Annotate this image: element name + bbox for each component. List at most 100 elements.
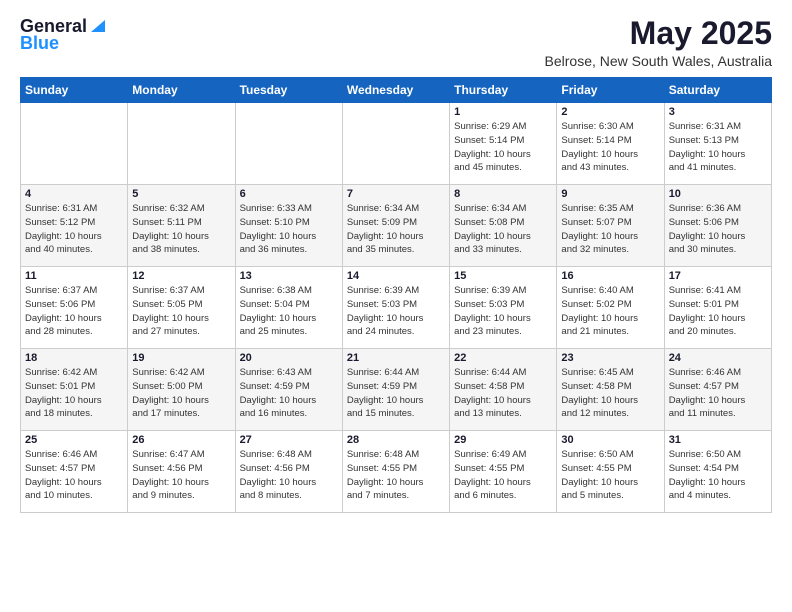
day-number: 12: [132, 270, 230, 282]
day-number: 13: [240, 270, 338, 282]
day-number: 1: [454, 106, 552, 118]
calendar-cell: 4 Sunrise: 6:31 AM Sunset: 5:12 PM Daylig…: [21, 185, 128, 267]
calendar-cell: 23 Sunrise: 6:45 AM Sunset: 4:58 PM Dayli…: [557, 349, 664, 431]
day-number: 3: [669, 106, 767, 118]
day-number: 24: [669, 352, 767, 364]
day-info: Sunrise: 6:39 AM Sunset: 5:03 PM Dayligh…: [347, 284, 445, 339]
logo: General Blue: [20, 16, 107, 54]
day-number: 17: [669, 270, 767, 282]
day-info: Sunrise: 6:32 AM Sunset: 5:11 PM Dayligh…: [132, 202, 230, 257]
page: General Blue May 2025 Belrose, New South…: [0, 0, 792, 612]
day-number: 14: [347, 270, 445, 282]
day-number: 11: [25, 270, 123, 282]
calendar-cell: [235, 103, 342, 185]
logo-blue-text: Blue: [20, 33, 59, 54]
day-number: 6: [240, 188, 338, 200]
calendar-cell: 19 Sunrise: 6:42 AM Sunset: 5:00 PM Dayli…: [128, 349, 235, 431]
calendar-cell: 7Sunrise: 6:34 AM Sunset: 5:09 PM Daylig…: [342, 185, 449, 267]
weekday-header-tuesday: Tuesday: [235, 78, 342, 103]
weekday-header-wednesday: Wednesday: [342, 78, 449, 103]
day-number: 9: [561, 188, 659, 200]
day-info: Sunrise: 6:38 AM Sunset: 5:04 PM Dayligh…: [240, 284, 338, 339]
day-number: 18: [25, 352, 123, 364]
day-number: 29: [454, 434, 552, 446]
calendar-cell: 16 Sunrise: 6:40 AM Sunset: 5:02 PM Dayli…: [557, 267, 664, 349]
day-info: Sunrise: 6:37 AM Sunset: 5:05 PM Dayligh…: [132, 284, 230, 339]
day-info: Sunrise: 6:50 AM Sunset: 4:55 PM Dayligh…: [561, 448, 659, 503]
day-info: Sunrise: 6:48 AM Sunset: 4:56 PM Dayligh…: [240, 448, 338, 503]
calendar-cell: 28 Sunrise: 6:48 AM Sunset: 4:55 PM Dayli…: [342, 431, 449, 513]
day-info: Sunrise: 6:46 AM Sunset: 4:57 PM Dayligh…: [25, 448, 123, 503]
calendar-cell: 10 Sunrise: 6:36 AM Sunset: 5:06 PM Dayli…: [664, 185, 771, 267]
calendar-cell: 22 Sunrise: 6:44 AM Sunset: 4:58 PM Dayli…: [450, 349, 557, 431]
calendar-cell: [128, 103, 235, 185]
day-info: Sunrise: 6:46 AM Sunset: 4:57 PM Dayligh…: [669, 366, 767, 421]
calendar-week-row: 25 Sunrise: 6:46 AM Sunset: 4:57 PM Dayli…: [21, 431, 772, 513]
weekday-header-friday: Friday: [557, 78, 664, 103]
title-block: May 2025 Belrose, New South Wales, Austr…: [545, 16, 772, 69]
day-number: 27: [240, 434, 338, 446]
day-info: Sunrise: 6:29 AM Sunset: 5:14 PM Dayligh…: [454, 120, 552, 175]
day-info: Sunrise: 6:41 AM Sunset: 5:01 PM Dayligh…: [669, 284, 767, 339]
day-number: 8: [454, 188, 552, 200]
calendar-cell: 27 Sunrise: 6:48 AM Sunset: 4:56 PM Dayli…: [235, 431, 342, 513]
calendar-cell: 24 Sunrise: 6:46 AM Sunset: 4:57 PM Dayli…: [664, 349, 771, 431]
day-info: Sunrise: 6:44 AM Sunset: 4:58 PM Dayligh…: [454, 366, 552, 421]
calendar-week-row: 4 Sunrise: 6:31 AM Sunset: 5:12 PM Daylig…: [21, 185, 772, 267]
day-number: 16: [561, 270, 659, 282]
calendar-cell: 31Sunrise: 6:50 AM Sunset: 4:54 PM Dayli…: [664, 431, 771, 513]
day-number: 15: [454, 270, 552, 282]
calendar-cell: 26Sunrise: 6:47 AM Sunset: 4:56 PM Dayli…: [128, 431, 235, 513]
day-number: 30: [561, 434, 659, 446]
day-info: Sunrise: 6:45 AM Sunset: 4:58 PM Dayligh…: [561, 366, 659, 421]
calendar-cell: 11 Sunrise: 6:37 AM Sunset: 5:06 PM Dayli…: [21, 267, 128, 349]
calendar-cell: 5Sunrise: 6:32 AM Sunset: 5:11 PM Daylig…: [128, 185, 235, 267]
calendar-cell: 14 Sunrise: 6:39 AM Sunset: 5:03 PM Dayli…: [342, 267, 449, 349]
calendar-cell: 25 Sunrise: 6:46 AM Sunset: 4:57 PM Dayli…: [21, 431, 128, 513]
day-info: Sunrise: 6:36 AM Sunset: 5:06 PM Dayligh…: [669, 202, 767, 257]
calendar-cell: 13 Sunrise: 6:38 AM Sunset: 5:04 PM Dayli…: [235, 267, 342, 349]
calendar-week-row: 1 Sunrise: 6:29 AM Sunset: 5:14 PM Daylig…: [21, 103, 772, 185]
calendar-cell: 17 Sunrise: 6:41 AM Sunset: 5:01 PM Dayli…: [664, 267, 771, 349]
calendar-cell: 12 Sunrise: 6:37 AM Sunset: 5:05 PM Dayli…: [128, 267, 235, 349]
calendar-cell: [342, 103, 449, 185]
calendar-cell: 21 Sunrise: 6:44 AM Sunset: 4:59 PM Dayli…: [342, 349, 449, 431]
weekday-header-monday: Monday: [128, 78, 235, 103]
day-info: Sunrise: 6:31 AM Sunset: 5:12 PM Dayligh…: [25, 202, 123, 257]
day-info: Sunrise: 6:35 AM Sunset: 5:07 PM Dayligh…: [561, 202, 659, 257]
day-info: Sunrise: 6:31 AM Sunset: 5:13 PM Dayligh…: [669, 120, 767, 175]
calendar-cell: 1 Sunrise: 6:29 AM Sunset: 5:14 PM Daylig…: [450, 103, 557, 185]
calendar-cell: 3 Sunrise: 6:31 AM Sunset: 5:13 PM Daylig…: [664, 103, 771, 185]
day-number: 2: [561, 106, 659, 118]
day-number: 10: [669, 188, 767, 200]
weekday-header-thursday: Thursday: [450, 78, 557, 103]
calendar-week-row: 11 Sunrise: 6:37 AM Sunset: 5:06 PM Dayli…: [21, 267, 772, 349]
weekday-header-row: SundayMondayTuesdayWednesdayThursdayFrid…: [21, 78, 772, 103]
day-info: Sunrise: 6:42 AM Sunset: 5:00 PM Dayligh…: [132, 366, 230, 421]
calendar-table: SundayMondayTuesdayWednesdayThursdayFrid…: [20, 77, 772, 513]
day-info: Sunrise: 6:48 AM Sunset: 4:55 PM Dayligh…: [347, 448, 445, 503]
logo-triangle-icon: [89, 16, 107, 34]
calendar-title: May 2025: [545, 16, 772, 51]
day-number: 28: [347, 434, 445, 446]
day-number: 23: [561, 352, 659, 364]
day-info: Sunrise: 6:34 AM Sunset: 5:08 PM Dayligh…: [454, 202, 552, 257]
day-info: Sunrise: 6:40 AM Sunset: 5:02 PM Dayligh…: [561, 284, 659, 339]
day-number: 19: [132, 352, 230, 364]
day-info: Sunrise: 6:50 AM Sunset: 4:54 PM Dayligh…: [669, 448, 767, 503]
day-number: 22: [454, 352, 552, 364]
day-info: Sunrise: 6:42 AM Sunset: 5:01 PM Dayligh…: [25, 366, 123, 421]
calendar-cell: 8 Sunrise: 6:34 AM Sunset: 5:08 PM Daylig…: [450, 185, 557, 267]
calendar-subtitle: Belrose, New South Wales, Australia: [545, 53, 772, 69]
calendar-cell: [21, 103, 128, 185]
day-info: Sunrise: 6:49 AM Sunset: 4:55 PM Dayligh…: [454, 448, 552, 503]
day-number: 21: [347, 352, 445, 364]
calendar-cell: 2Sunrise: 6:30 AM Sunset: 5:14 PM Daylig…: [557, 103, 664, 185]
day-number: 25: [25, 434, 123, 446]
day-info: Sunrise: 6:37 AM Sunset: 5:06 PM Dayligh…: [25, 284, 123, 339]
day-info: Sunrise: 6:47 AM Sunset: 4:56 PM Dayligh…: [132, 448, 230, 503]
day-info: Sunrise: 6:39 AM Sunset: 5:03 PM Dayligh…: [454, 284, 552, 339]
day-info: Sunrise: 6:44 AM Sunset: 4:59 PM Dayligh…: [347, 366, 445, 421]
day-number: 4: [25, 188, 123, 200]
header: General Blue May 2025 Belrose, New South…: [20, 16, 772, 69]
